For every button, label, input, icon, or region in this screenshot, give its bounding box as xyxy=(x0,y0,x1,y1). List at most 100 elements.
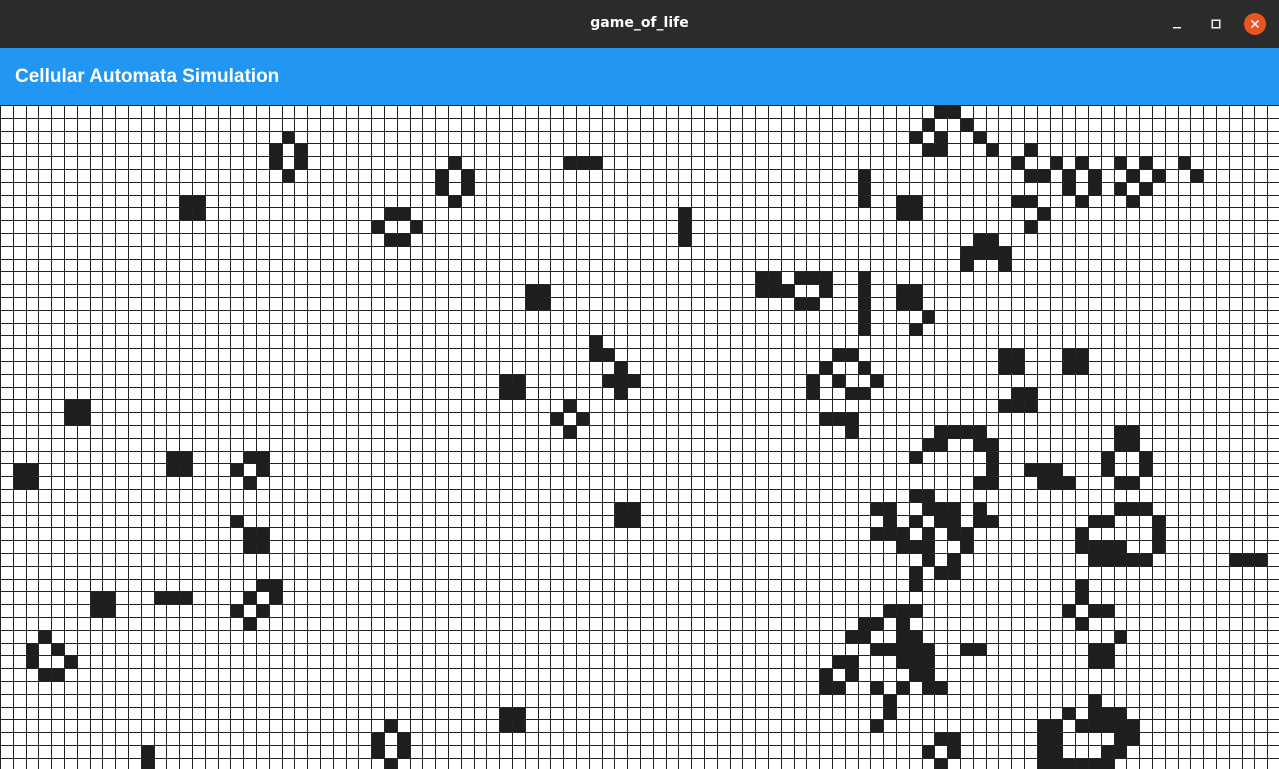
live-cell[interactable] xyxy=(615,503,627,515)
live-cell[interactable] xyxy=(1089,695,1101,707)
live-cell[interactable] xyxy=(1012,157,1024,169)
live-cell[interactable] xyxy=(884,516,896,527)
live-cell[interactable] xyxy=(167,452,179,463)
live-cell[interactable] xyxy=(1089,541,1101,553)
live-cell[interactable] xyxy=(961,260,973,271)
live-cell[interactable] xyxy=(1102,516,1114,527)
live-cell[interactable] xyxy=(513,388,525,399)
live-cell[interactable] xyxy=(910,580,922,591)
live-cell[interactable] xyxy=(244,618,256,630)
live-cell[interactable] xyxy=(910,452,922,463)
live-cell[interactable] xyxy=(1089,605,1101,617)
live-cell[interactable] xyxy=(999,362,1011,374)
live-cell[interactable] xyxy=(833,349,845,361)
live-cell[interactable] xyxy=(1012,196,1024,207)
live-cell[interactable] xyxy=(1076,618,1088,630)
live-cell[interactable] xyxy=(910,605,922,617)
live-cell[interactable] xyxy=(1115,554,1126,566)
live-cell[interactable] xyxy=(231,516,243,527)
live-cell[interactable] xyxy=(884,503,896,515)
live-cell[interactable] xyxy=(1038,170,1050,182)
live-cell[interactable] xyxy=(756,272,768,284)
live-cell[interactable] xyxy=(935,144,947,156)
live-cell[interactable] xyxy=(884,644,896,655)
live-cell[interactable] xyxy=(795,298,806,310)
live-cell[interactable] xyxy=(1063,708,1075,719)
live-cell[interactable] xyxy=(987,439,998,451)
live-cell[interactable] xyxy=(52,669,64,681)
live-cell[interactable] xyxy=(897,298,909,310)
live-cell[interactable] xyxy=(923,656,934,668)
live-cell[interactable] xyxy=(295,144,307,156)
live-cell[interactable] xyxy=(923,528,934,540)
simulation-grid[interactable] xyxy=(0,105,1279,769)
live-cell[interactable] xyxy=(974,477,986,489)
live-cell[interactable] xyxy=(1051,464,1062,476)
live-cell[interactable] xyxy=(1127,477,1139,489)
live-cell[interactable] xyxy=(1025,221,1037,233)
live-cell[interactable] xyxy=(1076,362,1088,374)
live-cell[interactable] xyxy=(859,388,870,399)
live-cell[interactable] xyxy=(1063,605,1075,617)
live-cell[interactable] xyxy=(257,464,269,476)
live-cell[interactable] xyxy=(1038,477,1050,489)
live-cell[interactable] xyxy=(948,733,960,745)
live-cell[interactable] xyxy=(1115,746,1126,758)
live-cell[interactable] xyxy=(270,580,282,591)
live-cell[interactable] xyxy=(91,592,102,604)
live-cell[interactable] xyxy=(820,682,832,694)
live-cell[interactable] xyxy=(961,119,973,131)
live-cell[interactable] xyxy=(910,541,922,553)
live-cell[interactable] xyxy=(910,656,922,668)
live-cell[interactable] xyxy=(846,669,858,681)
live-cell[interactable] xyxy=(897,208,909,220)
live-cell[interactable] xyxy=(1140,464,1152,476)
live-cell[interactable] xyxy=(974,503,986,515)
live-cell[interactable] xyxy=(948,106,960,118)
live-cell[interactable] xyxy=(1076,720,1088,732)
live-cell[interactable] xyxy=(871,720,883,732)
live-cell[interactable] xyxy=(78,400,90,412)
live-cell[interactable] xyxy=(1063,349,1075,361)
live-cell[interactable] xyxy=(987,234,998,246)
live-cell[interactable] xyxy=(615,375,627,387)
live-cell[interactable] xyxy=(283,170,294,182)
live-cell[interactable] xyxy=(923,490,934,502)
live-cell[interactable] xyxy=(603,349,614,361)
live-cell[interactable] xyxy=(1102,708,1114,719)
live-cell[interactable] xyxy=(167,464,179,476)
live-cell[interactable] xyxy=(372,733,384,745)
live-cell[interactable] xyxy=(1153,541,1165,553)
live-cell[interactable] xyxy=(1025,144,1037,156)
live-cell[interactable] xyxy=(1102,541,1114,553)
live-cell[interactable] xyxy=(846,631,858,643)
live-cell[interactable] xyxy=(935,567,947,579)
live-cell[interactable] xyxy=(65,656,77,668)
live-cell[interactable] xyxy=(1230,554,1242,566)
live-cell[interactable] xyxy=(628,375,640,387)
live-cell[interactable] xyxy=(897,196,909,207)
live-cell[interactable] xyxy=(910,285,922,297)
live-cell[interactable] xyxy=(948,503,960,515)
live-cell[interactable] xyxy=(1038,464,1050,476)
live-cell[interactable] xyxy=(14,464,26,476)
live-cell[interactable] xyxy=(935,503,947,515)
live-cell[interactable] xyxy=(935,682,947,694)
live-cell[interactable] xyxy=(679,221,691,233)
live-cell[interactable] xyxy=(372,746,384,758)
live-cell[interactable] xyxy=(820,285,832,297)
live-cell[interactable] xyxy=(590,336,602,348)
live-cell[interactable] xyxy=(910,516,922,527)
live-cell[interactable] xyxy=(1140,157,1152,169)
live-cell[interactable] xyxy=(385,234,397,246)
close-button[interactable] xyxy=(1244,13,1266,35)
live-cell[interactable] xyxy=(1127,503,1139,515)
live-cell[interactable] xyxy=(1115,477,1126,489)
live-cell[interactable] xyxy=(859,285,870,297)
live-cell[interactable] xyxy=(910,669,922,681)
live-cell[interactable] xyxy=(1051,746,1062,758)
live-cell[interactable] xyxy=(923,439,934,451)
live-cell[interactable] xyxy=(564,400,576,412)
live-cell[interactable] xyxy=(1076,759,1088,769)
live-cell[interactable] xyxy=(974,439,986,451)
